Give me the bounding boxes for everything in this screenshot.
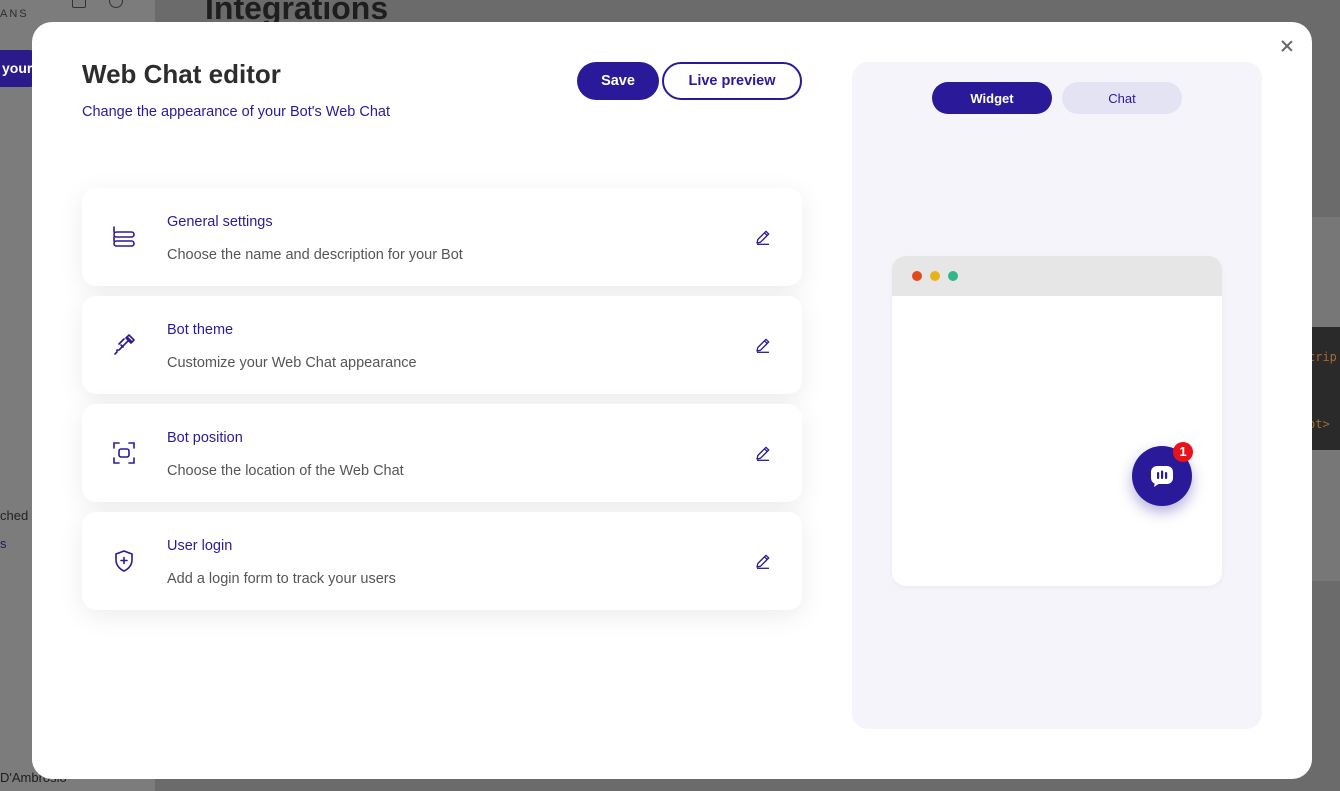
settings-card-description: Choose the location of the Web Chat	[167, 463, 404, 479]
background-logo: ANS	[0, 8, 29, 20]
window-maximize-dot	[948, 271, 958, 281]
stack-icon	[113, 226, 135, 247]
close-icon[interactable]	[1279, 38, 1295, 54]
background-sidebar-pill: your	[0, 50, 34, 87]
settings-card-description: Customize your Web Chat appearance	[167, 355, 417, 371]
settings-card-title: User login	[167, 538, 233, 554]
tab-widget[interactable]: Widget	[932, 82, 1052, 114]
settings-card-title: Bot theme	[167, 322, 234, 338]
pencil-icon[interactable]	[754, 228, 772, 246]
editor-title: Web Chat editor	[82, 59, 281, 89]
pencil-icon[interactable]	[754, 552, 772, 570]
settings-card-general[interactable]: General settings Choose the name and des…	[82, 188, 802, 286]
background-sidebar-text: ched	[0, 508, 29, 523]
settings-card-description: Add a login form to track your users	[167, 571, 396, 587]
window-close-dot	[912, 271, 922, 281]
settings-card-position[interactable]: Bot position Choose the location of the …	[82, 404, 802, 502]
focus-frame-icon	[113, 442, 135, 464]
browser-title-bar	[892, 256, 1222, 296]
settings-card-list: General settings Choose the name and des…	[82, 188, 802, 620]
settings-card-user-login[interactable]: User login Add a login form to track you…	[82, 512, 802, 610]
browser-mockup: 1	[892, 256, 1222, 586]
window-minimize-dot	[930, 271, 940, 281]
pencil-icon[interactable]	[754, 336, 772, 354]
web-chat-editor-modal: Web Chat editor Change the appearance of…	[32, 22, 1312, 779]
shield-plus-icon	[115, 550, 133, 572]
background-code-text: crip	[1308, 350, 1337, 364]
settings-card-description: Choose the name and description for your…	[167, 247, 463, 263]
settings-card-theme[interactable]: Bot theme Customize your Web Chat appear…	[82, 296, 802, 394]
notification-badge: 1	[1173, 442, 1193, 462]
background-sidebar-link: s	[0, 536, 7, 551]
web-chat-preview-panel: Widget Chat 1	[852, 62, 1262, 729]
settings-card-title: General settings	[167, 214, 273, 230]
bell-icon	[72, 0, 86, 8]
pencil-icon[interactable]	[754, 444, 772, 462]
save-button[interactable]: Save	[577, 62, 659, 100]
editor-subtitle: Change the appearance of your Bot's Web …	[82, 104, 391, 120]
help-icon	[109, 0, 123, 8]
settings-card-title: Bot position	[167, 430, 243, 446]
chat-bubble-icon	[1151, 466, 1173, 487]
live-preview-button[interactable]: Live preview	[662, 62, 802, 100]
eyedropper-icon	[114, 334, 135, 355]
tab-chat[interactable]: Chat	[1062, 82, 1182, 114]
